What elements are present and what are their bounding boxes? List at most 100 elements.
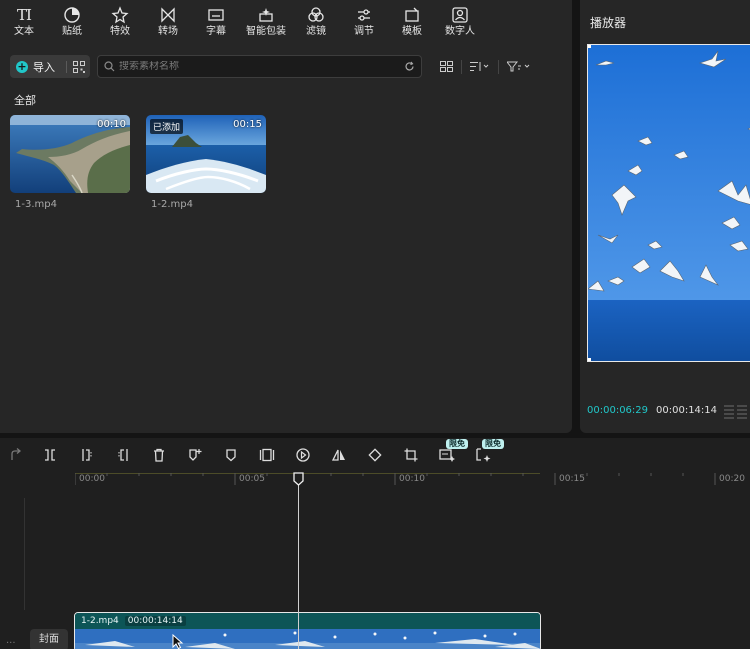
- view-tools: [434, 55, 537, 78]
- free-badge: 限免: [482, 439, 504, 449]
- filter-icon: [307, 6, 325, 24]
- grid-view-button[interactable]: [434, 55, 459, 78]
- search-input[interactable]: [119, 61, 404, 72]
- filter-button[interactable]: [501, 55, 537, 78]
- ruler-label: 00:20: [719, 474, 745, 484]
- tool-template[interactable]: 模板: [388, 0, 436, 42]
- divider: [498, 59, 499, 74]
- track-divider: [24, 498, 25, 610]
- timeline-clip[interactable]: 1-2.mp4 00:00:14:14: [74, 612, 541, 649]
- playhead-handle[interactable]: [293, 472, 304, 486]
- transition-icon: [159, 6, 177, 24]
- clip-header: 1-2.mp4 00:00:14:14: [75, 613, 540, 629]
- trim-right-button[interactable]: [114, 446, 132, 464]
- trim-left-button[interactable]: [78, 446, 96, 464]
- current-timecode: 00:00:06:29: [587, 405, 649, 416]
- rotate-icon: [368, 448, 382, 462]
- crop-handle[interactable]: [588, 358, 591, 361]
- add-marker-button[interactable]: [186, 446, 204, 464]
- redo-icon: [11, 448, 22, 460]
- crop-icon: [404, 448, 418, 462]
- filter-funnel-icon: [507, 61, 530, 72]
- ruler-label: 00:00: [79, 474, 105, 484]
- refresh-icon[interactable]: [404, 61, 415, 72]
- tool-transition[interactable]: 转场: [144, 0, 192, 42]
- play-circle-icon: [296, 448, 310, 462]
- adjust-icon: [355, 6, 373, 24]
- media-clip-1-2[interactable]: 已添加 00:15 1-2.mp4: [146, 115, 266, 210]
- tool-text[interactable]: TI 文本: [0, 0, 48, 42]
- clip-duration: 00:15: [233, 119, 262, 130]
- grid-view-icon: [440, 61, 453, 72]
- delete-button[interactable]: [150, 446, 168, 464]
- smart-crop-icon: [476, 448, 491, 462]
- clip-duration: 00:00:14:14: [124, 616, 186, 626]
- mirror-icon: [332, 449, 345, 461]
- tool-subtitle[interactable]: 字幕: [192, 0, 240, 42]
- top-toolbar: TI 文本 贴纸 特效 转场 字幕 智能包装 滤镜 调节 模板 数字人: [0, 0, 572, 42]
- freeze-frame-button[interactable]: [258, 446, 276, 464]
- audio-meter-icon: [724, 403, 750, 422]
- split-button[interactable]: [41, 446, 59, 464]
- playhead-line: [298, 477, 299, 649]
- import-button-group: + 导入: [10, 55, 90, 78]
- tool-digital-human[interactable]: 数字人: [436, 0, 484, 42]
- rotate-button[interactable]: [366, 446, 384, 464]
- smart-pack-icon: [257, 6, 275, 24]
- cover-button[interactable]: 封面: [30, 629, 68, 649]
- ruler-label: 00:05: [239, 474, 265, 484]
- clip-filmstrip: [75, 629, 540, 649]
- clip-name: 1-2.mp4: [81, 616, 119, 626]
- timeline-panel: 限免 限免 00:00 00:05 00:10 00:15 00:20 ··· …: [0, 438, 750, 649]
- player-title: 播放器: [590, 16, 627, 30]
- divider: [461, 59, 462, 74]
- tool-effects[interactable]: 特效: [96, 0, 144, 42]
- media-panel: TI 文本 贴纸 特效 转场 字幕 智能包装 滤镜 调节 模板 数字人 + 导入…: [0, 0, 572, 433]
- qr-code-button[interactable]: [67, 55, 90, 78]
- freeze-frame-icon: [259, 448, 275, 462]
- import-button[interactable]: + 导入: [10, 55, 66, 78]
- trim-left-icon: [82, 449, 92, 461]
- tool-smart-pack[interactable]: 智能包装: [240, 0, 292, 42]
- player-panel: 播放器 00:00:06:29 00:00:14:14: [580, 0, 750, 433]
- sticker-icon: [63, 6, 81, 24]
- trash-icon: [154, 448, 164, 462]
- mirror-button[interactable]: [330, 446, 348, 464]
- more-icon[interactable]: ···: [6, 638, 16, 649]
- ruler-label: 00:15: [559, 474, 585, 484]
- tool-sticker[interactable]: 贴纸: [48, 0, 96, 42]
- qr-code-icon: [72, 60, 85, 73]
- sort-button[interactable]: [464, 55, 496, 78]
- ruler-label: 00:10: [399, 474, 425, 484]
- section-label-all: 全部: [14, 94, 36, 107]
- tool-adjust[interactable]: 调节: [340, 0, 388, 42]
- time-ruler[interactable]: 00:00 00:05 00:10 00:15 00:20: [75, 473, 750, 487]
- player-preview[interactable]: [587, 44, 750, 362]
- total-timecode: 00:00:14:14: [656, 405, 718, 416]
- reverse-play-button[interactable]: [294, 446, 312, 464]
- split-icon: [45, 449, 55, 461]
- tool-filter[interactable]: 滤镜: [292, 0, 340, 42]
- clip-thumbnail: 已添加 00:15: [146, 115, 266, 193]
- mouse-cursor-icon: [172, 634, 184, 649]
- trim-right-icon: [118, 449, 128, 461]
- clip-filename: 1-3.mp4: [15, 199, 57, 210]
- clip-filename: 1-2.mp4: [151, 199, 193, 210]
- text-icon: TI: [17, 5, 32, 24]
- marker-button[interactable]: [222, 446, 240, 464]
- digital-human-icon: [451, 6, 469, 24]
- search-icon: [104, 61, 115, 72]
- crop-button[interactable]: [402, 446, 420, 464]
- clip-thumbnail: 00:10: [10, 115, 130, 193]
- plus-icon: +: [16, 59, 28, 73]
- marker-icon: [226, 449, 236, 462]
- clip-duration: 00:10: [97, 119, 126, 130]
- free-badge: 限免: [446, 439, 468, 449]
- import-label: 导入: [33, 60, 55, 74]
- subtitle-icon: [207, 6, 225, 24]
- redo-button[interactable]: [7, 446, 25, 464]
- search-box: [97, 55, 422, 78]
- timeline-toolbar: 限免 限免: [0, 438, 750, 471]
- media-clip-1-3[interactable]: 00:10 1-3.mp4: [10, 115, 130, 210]
- crop-handle[interactable]: [588, 45, 591, 48]
